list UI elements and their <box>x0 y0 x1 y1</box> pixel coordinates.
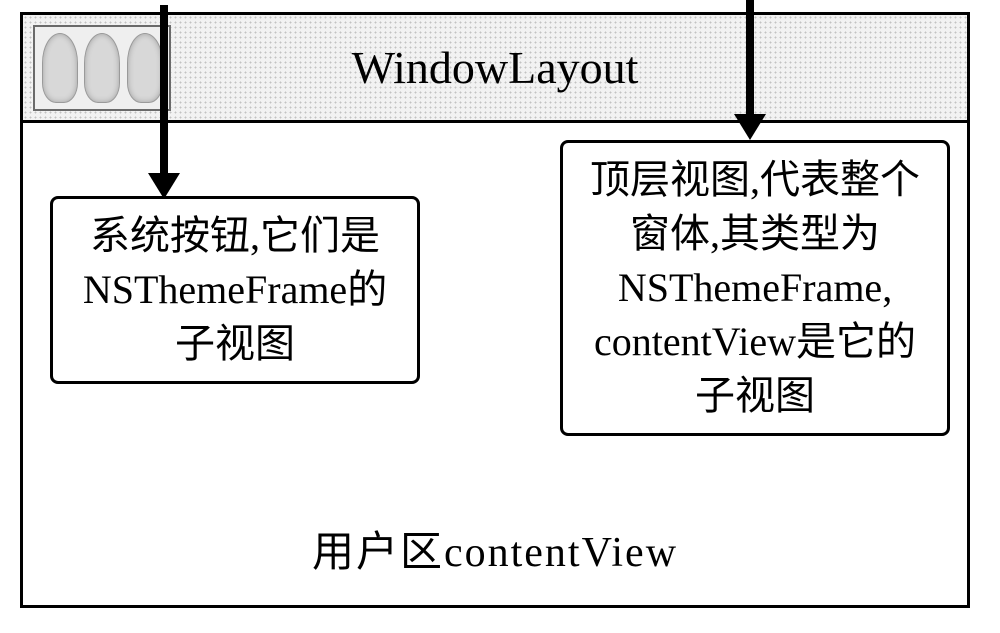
arrow-head-icon <box>734 114 766 140</box>
callout-line: 系统按钮,它们是 <box>67 209 403 263</box>
callout-line: 子视图 <box>577 369 933 423</box>
callout-top-view: 顶层视图,代表整个 窗体,其类型为 NSThemeFrame, contentV… <box>560 140 950 436</box>
diagram-canvas: WindowLayout 用户区contentView 系统按钮,它们是 NST… <box>0 0 1000 633</box>
callout-line: 窗体,其类型为 <box>577 207 933 261</box>
content-view-label: 用户区contentView <box>23 518 967 579</box>
callout-line: NSThemeFrame, <box>577 261 933 315</box>
arrow-shaft <box>746 0 754 116</box>
callout-line: 顶层视图,代表整个 <box>577 153 933 207</box>
callout-line: NSThemeFrame的 <box>67 263 403 317</box>
arrow-shaft <box>160 5 168 175</box>
callout-line: 子视图 <box>67 317 403 371</box>
callout-line: contentView是它的 <box>577 315 933 369</box>
callout-system-buttons: 系统按钮,它们是 NSThemeFrame的 子视图 <box>50 196 420 384</box>
